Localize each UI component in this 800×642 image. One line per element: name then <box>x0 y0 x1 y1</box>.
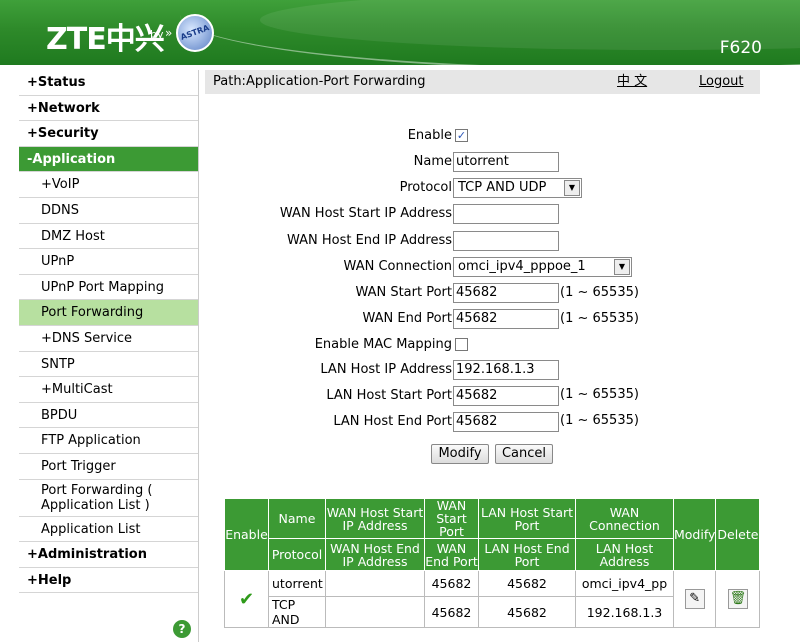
sidebar-menu: +Status +Network +Security -Application … <box>19 70 199 642</box>
wan-host-end-input[interactable] <box>453 231 559 251</box>
row-wan-start-port: 45682 <box>424 570 479 597</box>
col-lan-host-start-port: LAN Host Start Port <box>478 498 576 539</box>
row-lan-host-address: 192.168.1.3 <box>575 596 674 628</box>
wan-host-end-label: WAN Host End IP Address <box>286 233 452 248</box>
sidebar-item-application-list[interactable]: Application List <box>19 517 198 543</box>
col-lan-host-address: LAN Host Address <box>575 538 674 571</box>
row-wan-end-port: 45682 <box>424 596 479 628</box>
sidebar-item-port-forwarding-app-list[interactable]: Port Forwarding ( Application List ) <box>19 480 198 517</box>
col-delete: Delete <box>715 498 761 571</box>
sidebar-item-bpdu[interactable]: BPDU <box>19 403 198 429</box>
sidebar-item-voip[interactable]: +VoIP <box>19 172 198 198</box>
sidebar-item-upnp-port-mapping[interactable]: UPnP Port Mapping <box>19 275 198 301</box>
wan-end-port-label: WAN End Port <box>362 311 452 326</box>
row-wan-host-end <box>325 596 425 628</box>
col-wan-connection: WAN Connection <box>575 498 674 539</box>
col-enable: Enable <box>224 498 269 571</box>
language-link[interactable]: 中 文 <box>617 71 647 93</box>
wan-connection-label: WAN Connection <box>343 259 452 274</box>
sidebar-item-ftp-application[interactable]: FTP Application <box>19 428 198 454</box>
row-modify-cell: ✎ <box>672 570 717 628</box>
enabled-check-icon: ✔ <box>238 588 255 610</box>
logo-by-text: by <box>150 28 164 41</box>
sidebar-item-multicast[interactable]: +MultiCast <box>19 377 198 403</box>
col-wan-start-port: WAN Start Port <box>424 498 479 539</box>
sidebar-item-ddns[interactable]: DDNS <box>19 198 198 224</box>
col-wan-host-start: WAN Host Start IP Address <box>325 498 425 539</box>
sidebar-item-port-forwarding[interactable]: Port Forwarding <box>19 300 198 326</box>
sidebar-item-network[interactable]: +Network <box>19 96 198 122</box>
wan-end-port-input[interactable]: 45682 <box>453 309 559 329</box>
wan-connection-select[interactable]: omci_ipv4_pppoe_1 ▼ <box>453 257 632 277</box>
path-bar: Path:Application-Port Forwarding 中 文 Log… <box>205 70 760 94</box>
mac-mapping-checkbox[interactable] <box>455 338 468 351</box>
row-wan-connection: omci_ipv4_pp <box>575 570 674 597</box>
lan-end-port-label: LAN Host End Port <box>333 414 452 429</box>
wan-start-port-input[interactable]: 45682 <box>453 283 559 303</box>
sidebar-item-application[interactable]: -Application <box>19 146 198 173</box>
wan-host-start-label: WAN Host Start IP Address <box>279 206 452 221</box>
lan-host-ip-label: LAN Host IP Address <box>320 362 452 377</box>
name-label: Name <box>413 154 452 169</box>
table-row: ✔ utorrent 45682 45682 omci_ipv4_pp ✎ 🗑 <box>224 570 761 628</box>
name-input[interactable]: utorrent <box>453 152 559 172</box>
help-icon[interactable]: ? <box>173 620 191 638</box>
lan-host-ip-input[interactable]: 192.168.1.3 <box>453 360 559 380</box>
protocol-select[interactable]: TCP AND UDP ▼ <box>453 178 582 198</box>
row-enabled-cell: ✔ <box>224 570 269 628</box>
row-delete-cell: 🗑 <box>715 570 761 628</box>
col-wan-host-end: WAN Host End IP Address <box>325 538 425 571</box>
enable-checkbox[interactable]: ✓ <box>455 129 468 142</box>
col-protocol: Protocol <box>268 538 326 571</box>
col-modify: Modify <box>672 498 717 571</box>
row-lan-start-port: 45682 <box>478 570 576 597</box>
protocol-label: Protocol <box>399 180 452 195</box>
range-hint: (1 ~ 65535) <box>560 285 639 300</box>
range-hint: (1 ~ 65535) <box>560 311 639 326</box>
device-model: F620 <box>719 38 762 58</box>
row-lan-end-port: 45682 <box>478 596 576 628</box>
col-lan-host-end-port: LAN Host End Port <box>478 538 576 571</box>
edit-icon[interactable]: ✎ <box>684 589 705 609</box>
dropdown-arrow-icon: ▼ <box>564 180 580 196</box>
sidebar-item-dmz-host[interactable]: DMZ Host <box>19 224 198 250</box>
header-swoosh-line <box>180 0 800 65</box>
cancel-button[interactable]: Cancel <box>495 444 553 464</box>
dropdown-arrow-icon: ▼ <box>614 259 630 275</box>
enable-label: Enable <box>407 128 452 143</box>
range-hint: (1 ~ 65535) <box>560 413 639 428</box>
header-banner: ZTE中兴 by » ASTRA F620 <box>0 0 800 65</box>
sidebar-item-status[interactable]: +Status <box>19 70 198 96</box>
astra-logo-icon: ASTRA <box>176 14 214 52</box>
lan-end-port-input[interactable]: 45682 <box>453 412 559 432</box>
logout-link[interactable]: Logout <box>699 71 744 93</box>
logo-arrow-icon: » <box>165 26 173 40</box>
range-hint: (1 ~ 65535) <box>560 387 639 402</box>
sidebar-item-security[interactable]: +Security <box>19 121 198 147</box>
modify-button[interactable]: Modify <box>431 444 489 464</box>
sidebar-item-port-trigger[interactable]: Port Trigger <box>19 454 198 480</box>
row-protocol: TCP AND <box>268 596 326 628</box>
col-wan-end-port: WAN End Port <box>424 538 479 571</box>
breadcrumb: Path:Application-Port Forwarding <box>213 74 426 89</box>
sidebar-item-sntp[interactable]: SNTP <box>19 352 198 378</box>
col-name: Name <box>268 498 326 539</box>
sidebar-item-administration[interactable]: +Administration <box>19 542 198 568</box>
sidebar-item-dns-service[interactable]: +DNS Service <box>19 326 198 352</box>
lan-start-port-input[interactable]: 45682 <box>453 386 559 406</box>
sidebar-item-upnp[interactable]: UPnP <box>19 249 198 275</box>
trash-icon[interactable]: 🗑 <box>727 589 748 609</box>
mac-mapping-label: Enable MAC Mapping <box>314 337 452 352</box>
lan-start-port-label: LAN Host Start Port <box>326 388 452 403</box>
row-name: utorrent <box>268 570 326 597</box>
zte-logo: ZTE中兴 <box>46 22 165 57</box>
wan-start-port-label: WAN Start Port <box>355 285 452 300</box>
sidebar-item-help[interactable]: +Help <box>19 568 198 594</box>
port-forwarding-table: Enable Name WAN Host Start IP Address WA… <box>224 498 761 628</box>
wan-host-start-input[interactable] <box>453 204 559 224</box>
row-wan-host-start <box>325 570 425 597</box>
